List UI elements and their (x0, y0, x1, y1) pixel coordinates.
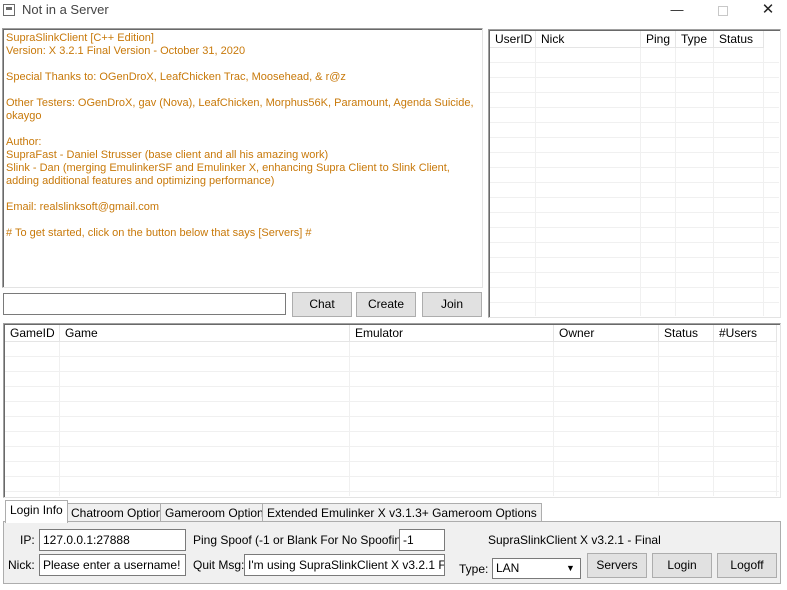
games-list-header: GameID Game Emulator Owner Status #Users (5, 325, 777, 342)
chat-line: Author: (6, 136, 42, 148)
column-divider (713, 342, 714, 496)
column-divider (553, 342, 554, 496)
column-header-ping[interactable]: Ping (641, 31, 676, 48)
chat-log[interactable]: SupraSlinkClient [C++ Edition] Version: … (2, 28, 483, 288)
ping-spoof-label: Ping Spoof (-1 or Blank For No Spoofing)… (193, 533, 416, 547)
chat-line (6, 58, 479, 71)
chat-line: Special Thanks to: OGenDroX, LeafChicken… (6, 71, 346, 83)
quit-msg-field[interactable]: I'm using SupraSlinkClient X v3.2.1 Fina… (244, 554, 445, 576)
chat-line: SupraFast - Daniel Strusser (base client… (6, 149, 329, 161)
window-title: Not in a Server (22, 2, 109, 17)
column-header-game[interactable]: Game (60, 325, 350, 342)
column-divider (675, 48, 676, 316)
chat-line (6, 123, 479, 136)
chat-input[interactable] (3, 293, 286, 315)
column-divider (59, 342, 60, 496)
ping-spoof-field[interactable]: -1 (399, 529, 445, 551)
quit-msg-label: Quit Msg: (193, 558, 245, 572)
join-button[interactable]: Join (422, 292, 482, 317)
column-header-status[interactable]: Status (659, 325, 714, 342)
tab-chatroom-options[interactable]: Chatroom Options (66, 503, 174, 522)
chat-line (6, 188, 479, 201)
column-header-owner[interactable]: Owner (554, 325, 659, 342)
column-divider (640, 48, 641, 316)
column-header-gameid[interactable]: GameID (5, 325, 60, 342)
options-tabstrip: Login Info Chatroom Options Gameroom Opt… (3, 500, 781, 523)
column-header-nick[interactable]: Nick (536, 31, 641, 48)
nick-label: Nick: (8, 558, 35, 572)
servers-button[interactable]: Servers (587, 553, 647, 578)
login-info-panel: IP: 127.0.0.1:27888 Nick: Please enter a… (3, 521, 781, 584)
chat-line: # To get started, click on the button be… (6, 227, 312, 239)
chat-line (6, 214, 479, 227)
chat-line (6, 84, 479, 97)
column-header-emulator[interactable]: Emulator (350, 325, 554, 342)
app-window-icon (3, 4, 15, 16)
ip-label: IP: (20, 533, 35, 547)
column-divider (658, 342, 659, 496)
column-header-status[interactable]: Status (714, 31, 764, 48)
tab-login-info[interactable]: Login Info (5, 500, 68, 523)
type-label: Type: (459, 562, 489, 576)
column-divider (349, 342, 350, 496)
column-divider (535, 48, 536, 316)
column-divider (713, 48, 714, 316)
chevron-down-icon: ▼ (566, 563, 575, 573)
chat-line: Slink - Dan (merging EmulinkerSF and Emu… (6, 162, 453, 187)
close-button[interactable]: ✕ (745, 0, 787, 22)
create-button[interactable]: Create (356, 292, 416, 317)
nick-field[interactable]: Please enter a username! (39, 554, 186, 576)
games-list[interactable]: GameID Game Emulator Owner Status #Users (3, 323, 781, 498)
users-list[interactable]: UserID Nick Ping Type Status (488, 29, 781, 318)
users-list-header: UserID Nick Ping Type Status (490, 31, 764, 48)
maximize-button[interactable] (700, 0, 746, 22)
maximize-icon (718, 5, 728, 16)
column-header-userid[interactable]: UserID (490, 31, 536, 48)
users-list-body[interactable] (490, 48, 779, 316)
type-select-value: LAN (496, 561, 520, 575)
ip-field[interactable]: 127.0.0.1:27888 (39, 529, 186, 551)
logoff-button[interactable]: Logoff (717, 553, 777, 578)
column-divider (763, 48, 764, 316)
chat-button[interactable]: Chat (292, 292, 352, 317)
title-bar: Not in a Server — ✕ (0, 0, 787, 22)
chat-line: SupraSlinkClient [C++ Edition] (6, 32, 154, 44)
chat-line: Email: realslinksoft@gmail.com (6, 201, 159, 213)
tab-extended-gameroom-options[interactable]: Extended Emulinker X v3.1.3+ Gameroom Op… (262, 503, 542, 522)
chat-line: Version: X 3.2.1 Final Version - October… (6, 45, 246, 57)
column-header-users[interactable]: #Users (714, 325, 777, 342)
games-list-body[interactable] (5, 342, 779, 496)
version-label: SupraSlinkClient X v3.2.1 - Final (488, 533, 661, 547)
minimize-button[interactable]: — (654, 0, 700, 22)
column-divider (776, 342, 777, 496)
column-header-type[interactable]: Type (676, 31, 714, 48)
login-button[interactable]: Login (652, 553, 712, 578)
tab-gameroom-options[interactable]: Gameroom Options (160, 503, 275, 522)
chat-line: Other Testers: OGenDroX, gav (Nova), Lea… (6, 97, 477, 122)
type-select[interactable]: LAN ▼ (492, 558, 581, 579)
